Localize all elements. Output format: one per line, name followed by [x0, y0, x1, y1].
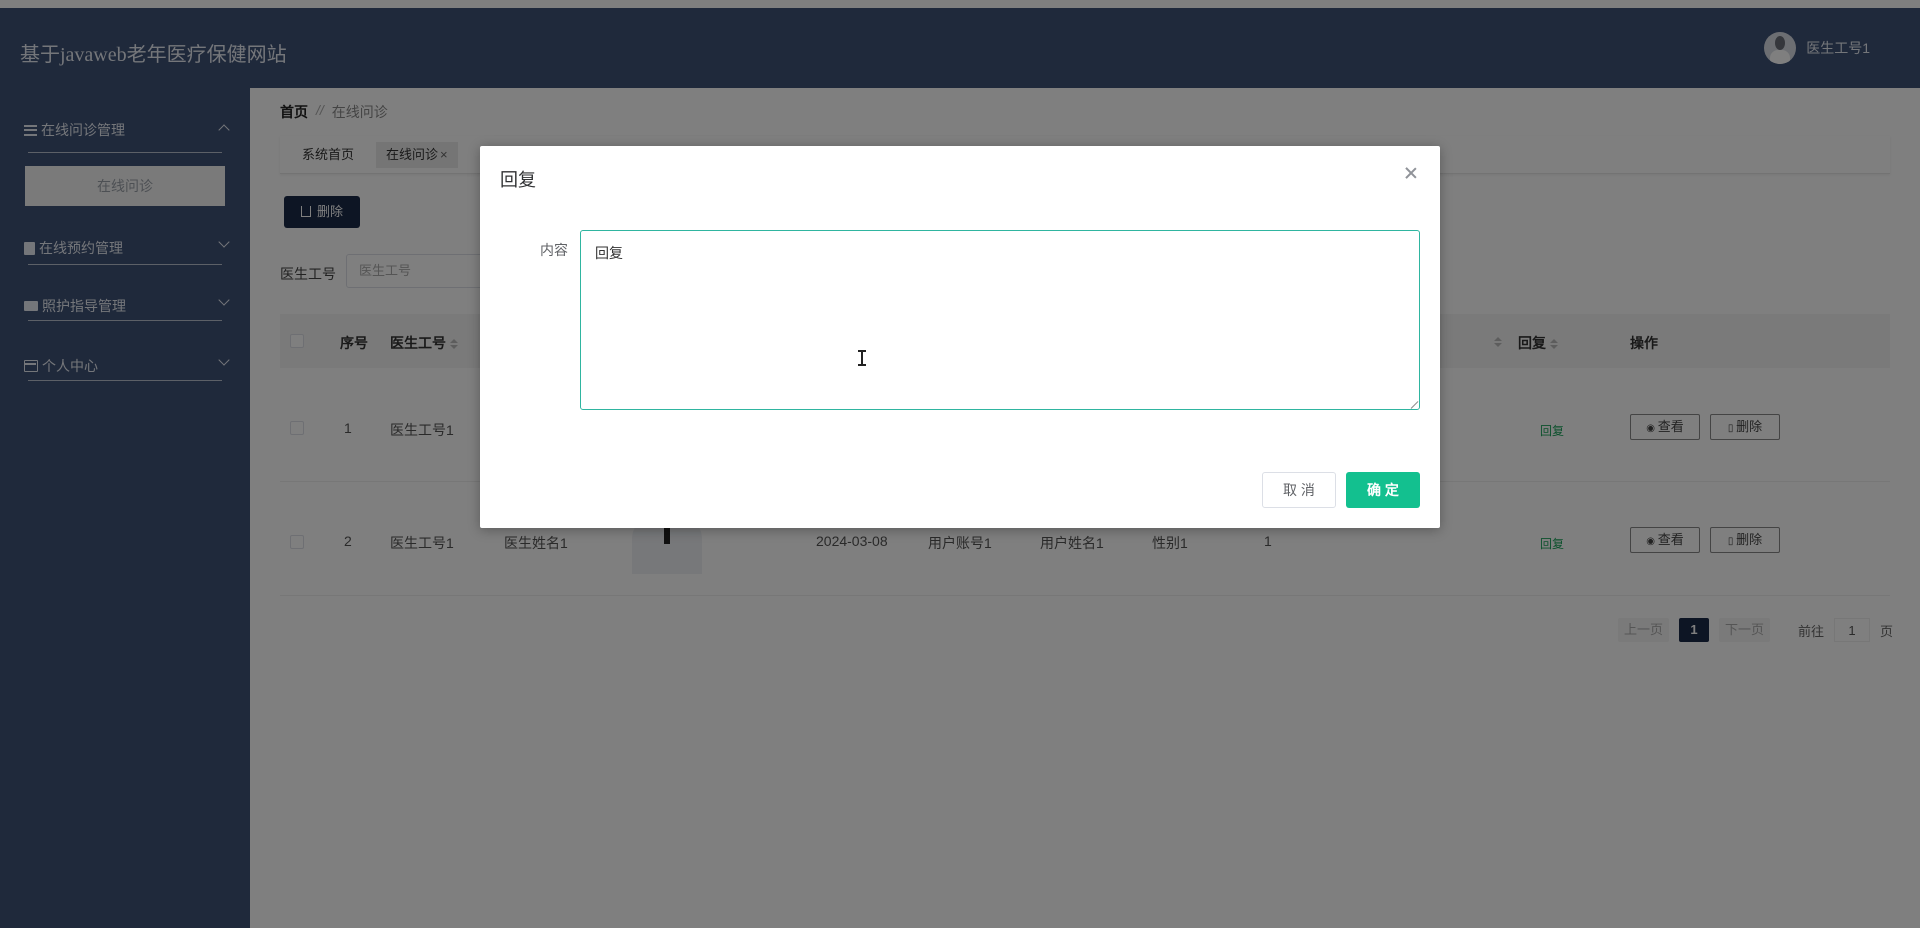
cursor-bottom [858, 364, 866, 366]
cancel-button[interactable]: 取 消 [1262, 472, 1336, 508]
content-label: 内容 [540, 242, 568, 258]
content-textarea[interactable]: 回复 [580, 230, 1420, 410]
confirm-button[interactable]: 确 定 [1346, 472, 1420, 508]
dialog-title: 回复 [500, 170, 536, 190]
close-icon[interactable] [1404, 166, 1418, 180]
text-cursor-icon [858, 350, 866, 366]
app-root: 基于javaweb老年医疗保健网站 医生工号1 在线问诊管理 在线问诊 在线预约… [0, 0, 1920, 928]
cursor-stem [861, 351, 863, 365]
reply-dialog: 回复 内容 回复 取 消 确 定 [480, 146, 1440, 528]
resize-handle[interactable] [1411, 401, 1419, 409]
